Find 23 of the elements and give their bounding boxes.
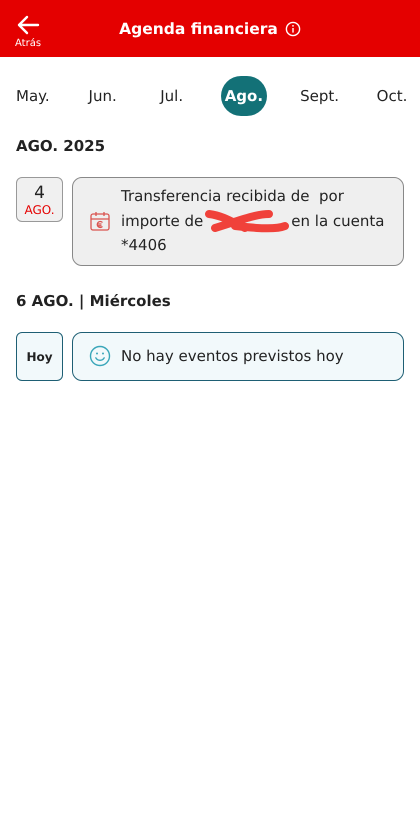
- back-button[interactable]: Atrás: [15, 14, 42, 48]
- event-card[interactable]: Transferencia recibida de por importe de en la cuenta *4406: [72, 177, 404, 266]
- event-description: *4406: [121, 235, 167, 256]
- event-description: en la cuenta: [291, 210, 384, 232]
- today-label: Hoy: [26, 350, 53, 364]
- month-tab[interactable]: Oct.: [372, 76, 412, 116]
- month-tab[interactable]: Jun.: [82, 76, 123, 116]
- month-tab[interactable]: Sept.: [296, 76, 343, 116]
- no-events-message: No hay eventos previstos hoy: [121, 347, 344, 365]
- back-arrow-icon: [16, 14, 40, 34]
- month-tab[interactable]: May.: [12, 76, 54, 116]
- month-tab[interactable]: Ago.: [220, 76, 268, 116]
- section-heading: AGO. 2025: [16, 137, 106, 155]
- event-description: Transferencia recibida de por: [121, 186, 344, 207]
- month-tab[interactable]: Jul.: [152, 76, 192, 116]
- smiley-icon: [89, 345, 111, 367]
- date-month: AGO.: [24, 202, 55, 216]
- screen-title: Agenda financiera: [119, 20, 278, 38]
- date-day: 4: [34, 182, 45, 202]
- calendar-euro-icon: [89, 210, 111, 232]
- event-description: importe de: [121, 210, 204, 232]
- info-icon[interactable]: [284, 20, 301, 36]
- section-heading: 6 AGO. | Miércoles: [16, 292, 172, 310]
